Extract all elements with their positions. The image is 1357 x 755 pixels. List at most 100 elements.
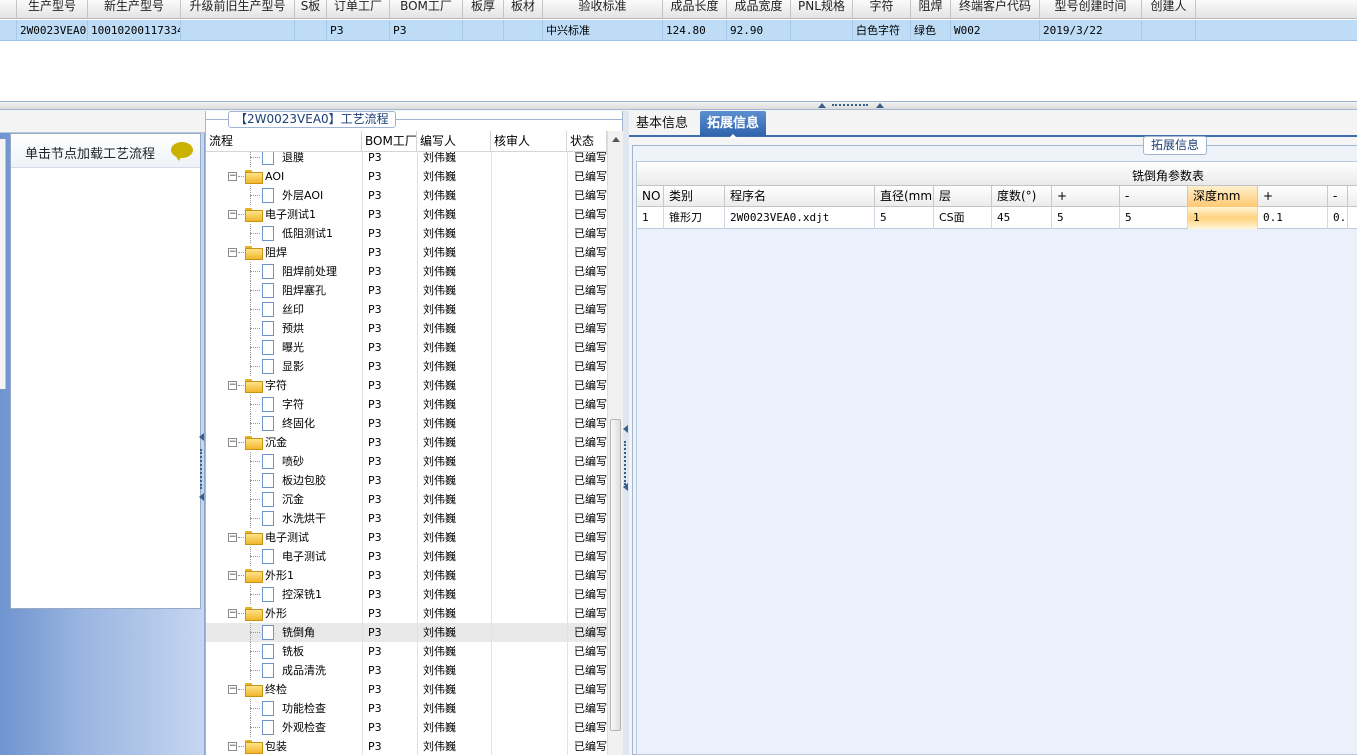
collapse-toggle-icon[interactable]: −: [228, 381, 237, 390]
tree-step-row[interactable]: 低阻测试1 P3 刘伟巍 已编写: [206, 224, 607, 243]
col-header-diameter[interactable]: 直径(mm): [875, 186, 934, 207]
tree-group-row[interactable]: − 字符 P3 刘伟巍 已编写: [206, 376, 607, 395]
tree-step-row[interactable]: 喷砂 P3 刘伟巍 已编写: [206, 452, 607, 471]
tree-step-row[interactable]: 外层AOI P3 刘伟巍 已编写: [206, 186, 607, 205]
tree-node-label: 板边包胶: [282, 474, 326, 487]
tree-scrollbar[interactable]: [607, 131, 623, 755]
collapse-toggle-icon[interactable]: −: [228, 248, 237, 257]
tree-group-row[interactable]: − 包装 P3 刘伟巍 已编写: [206, 737, 607, 755]
col-header-minus[interactable]: -: [1120, 186, 1188, 207]
col-header-bom-factory[interactable]: BOM工厂: [362, 131, 417, 152]
tree-step-row[interactable]: 终固化 P3 刘伟巍 已编写: [206, 414, 607, 433]
tree-step-row[interactable]: 阻焊塞孔 P3 刘伟巍 已编写: [206, 281, 607, 300]
collapse-left-arrow-icon[interactable]: [199, 493, 204, 501]
splitter-grip-icon[interactable]: [200, 449, 203, 489]
scrollbar-thumb[interactable]: [610, 419, 621, 731]
tree-group-row[interactable]: − 终检 P3 刘伟巍 已编写: [206, 680, 607, 699]
horizontal-splitter[interactable]: [0, 102, 1357, 110]
col-header-standard[interactable]: 验收标准: [543, 0, 663, 18]
col-header-thickness[interactable]: 板厚: [463, 0, 504, 18]
cell-depth[interactable]: 1: [1188, 207, 1258, 229]
tree-group-row[interactable]: − AOI P3 刘伟巍 已编写: [206, 167, 607, 186]
col-header-no[interactable]: NO: [637, 186, 664, 207]
tree-step-row[interactable]: 铣板 P3 刘伟巍 已编写: [206, 642, 607, 661]
collapse-toggle-icon[interactable]: −: [228, 685, 237, 694]
col-header-layer[interactable]: 层: [934, 186, 992, 207]
tree-step-row[interactable]: 阻焊前处理 P3 刘伟巍 已编写: [206, 262, 607, 281]
tree-step-row[interactable]: 沉金 P3 刘伟巍 已编写: [206, 490, 607, 509]
tree-step-row[interactable]: 水洗烘干 P3 刘伟巍 已编写: [206, 509, 607, 528]
tree-group-row[interactable]: − 沉金 P3 刘伟巍 已编写: [206, 433, 607, 452]
col-header-depth[interactable]: 深度mm: [1188, 186, 1258, 207]
col-header-flow[interactable]: 流程: [206, 131, 362, 152]
col-header-creator[interactable]: 创建人: [1142, 0, 1196, 18]
tree-group-row[interactable]: − 外形 P3 刘伟巍 已编写: [206, 604, 607, 623]
tab-extended-info[interactable]: 拓展信息: [700, 111, 767, 139]
collapse-left-arrow-icon[interactable]: [199, 433, 204, 441]
collapsed-side-strip[interactable]: [0, 139, 6, 389]
splitter-grip-icon[interactable]: [624, 441, 627, 485]
collapse-toggle-icon[interactable]: −: [228, 533, 237, 542]
tree-step-row[interactable]: 电子测试 P3 刘伟巍 已编写: [206, 547, 607, 566]
collapse-toggle-icon[interactable]: −: [228, 210, 237, 219]
col-header-reviewer[interactable]: 核审人: [491, 131, 567, 152]
tab-basic-info[interactable]: 基本信息: [629, 111, 695, 136]
collapse-up-arrow-icon[interactable]: [818, 103, 826, 108]
tree-step-row[interactable]: 显影 P3 刘伟巍 已编写: [206, 357, 607, 376]
tree-step-row[interactable]: 成品清洗 P3 刘伟巍 已编写: [206, 661, 607, 680]
col-header-char[interactable]: 字符: [853, 0, 911, 18]
tree-step-row[interactable]: 铣倒角 P3 刘伟巍 已编写: [206, 623, 607, 642]
load-flow-button[interactable]: 单击节点加载工艺流程: [11, 134, 200, 168]
tree-step-row[interactable]: 丝印 P3 刘伟巍 已编写: [206, 300, 607, 319]
col-header-category[interactable]: 类别: [664, 186, 725, 207]
collapse-toggle-icon[interactable]: −: [228, 571, 237, 580]
col-header-prod-model[interactable]: 生产型号: [17, 0, 88, 18]
cell-status: 已编写: [574, 170, 607, 183]
collapse-up-arrow-icon[interactable]: [876, 103, 884, 108]
chamfer-param-row[interactable]: 1 锥形刀 2W0023VEA0.xdjt 5 CS面 45 5 5 1 0.1 0.: [637, 207, 1357, 229]
tree-connector: [250, 152, 251, 167]
col-header-plus[interactable]: +: [1052, 186, 1120, 207]
col-header-status[interactable]: 状态: [567, 131, 607, 152]
col-header-created[interactable]: 型号创建时间: [1040, 0, 1142, 18]
tree-group-row[interactable]: − 电子测试 P3 刘伟巍 已编写: [206, 528, 607, 547]
collapse-toggle-icon[interactable]: −: [228, 742, 237, 751]
tree-step-row[interactable]: 控深铣1 P3 刘伟巍 已编写: [206, 585, 607, 604]
col-header-degree[interactable]: 度数(°): [992, 186, 1052, 207]
col-header-plus2[interactable]: +: [1258, 186, 1328, 207]
tree-step-row[interactable]: 退膜 P3 刘伟巍 已编写: [206, 152, 607, 167]
collapse-left-arrow-icon[interactable]: [623, 483, 628, 491]
tree-group-row[interactable]: − 阻焊 P3 刘伟巍 已编写: [206, 243, 607, 262]
splitter-grip-icon[interactable]: [832, 104, 868, 107]
tree-group-row[interactable]: − 电子测试1 P3 刘伟巍 已编写: [206, 205, 607, 224]
col-header-material[interactable]: 板材: [504, 0, 543, 18]
tree-step-row[interactable]: 外观检查 P3 刘伟巍 已编写: [206, 718, 607, 737]
col-header-bom-factory[interactable]: BOM工厂: [390, 0, 463, 18]
col-header-program[interactable]: 程序名: [725, 186, 875, 207]
collapse-toggle-icon[interactable]: −: [228, 609, 237, 618]
tree-step-row[interactable]: 预烘 P3 刘伟巍 已编写: [206, 319, 607, 338]
tree-step-row[interactable]: 功能检查 P3 刘伟巍 已编写: [206, 699, 607, 718]
tree-step-row[interactable]: 曝光 P3 刘伟巍 已编写: [206, 338, 607, 357]
col-header-length[interactable]: 成品长度: [663, 0, 727, 18]
cell-status: 已编写: [574, 626, 607, 639]
col-header-author[interactable]: 编写人: [417, 131, 491, 152]
collapse-left-arrow-icon[interactable]: [623, 425, 628, 433]
collapse-toggle-icon[interactable]: −: [228, 438, 237, 447]
col-header-customer-code[interactable]: 终端客户代码: [951, 0, 1040, 18]
scroll-up-arrow-icon[interactable]: [612, 137, 620, 142]
col-header-width[interactable]: 成品宽度: [727, 0, 791, 18]
col-header-mask[interactable]: 阻焊: [911, 0, 951, 18]
col-header-order-factory[interactable]: 订单工厂: [327, 0, 390, 18]
cell-reviewer: [497, 319, 567, 338]
tree-group-row[interactable]: − 外形1 P3 刘伟巍 已编写: [206, 566, 607, 585]
col-header-pnl[interactable]: PNL规格: [791, 0, 853, 18]
col-header-old-model[interactable]: 升级前旧生产型号: [181, 0, 295, 18]
tree-step-row[interactable]: 字符 P3 刘伟巍 已编写: [206, 395, 607, 414]
col-header-s-board[interactable]: S板: [295, 0, 327, 18]
model-grid-row[interactable]: 2W0023VEA0 10010200117334 P3 P3 中兴标准 124…: [0, 20, 1357, 41]
col-header-minus2[interactable]: -: [1328, 186, 1348, 207]
tree-step-row[interactable]: 板边包胶 P3 刘伟巍 已编写: [206, 471, 607, 490]
col-header-new-model[interactable]: 新生产型号: [88, 0, 181, 18]
collapse-toggle-icon[interactable]: −: [228, 172, 237, 181]
